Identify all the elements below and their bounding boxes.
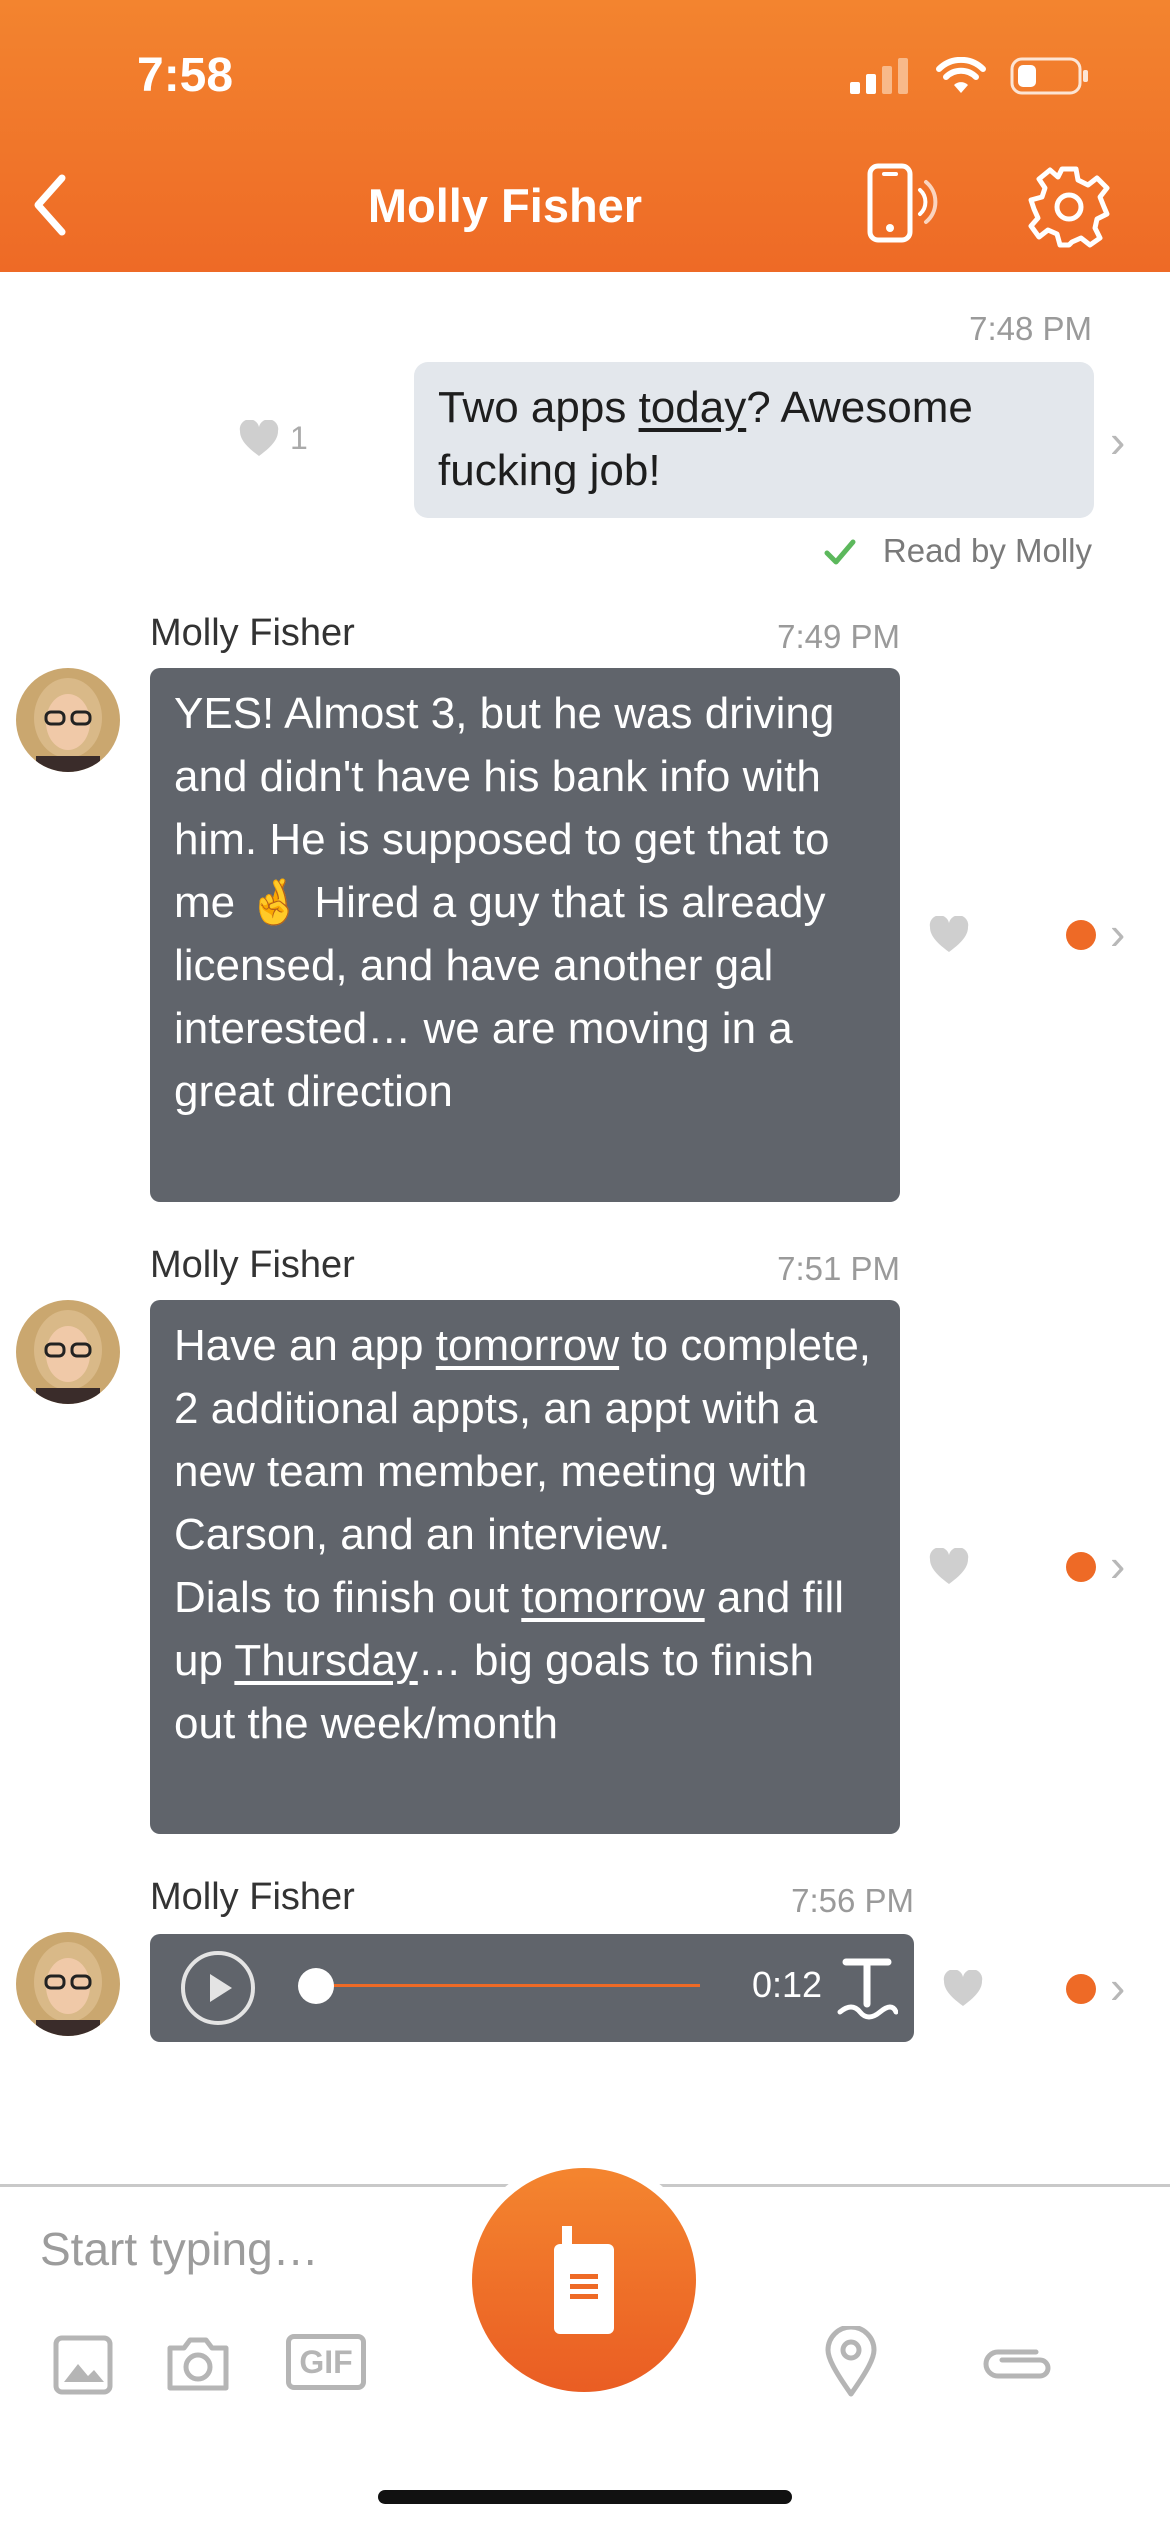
voice-message-bubble[interactable]: 0:12 — [150, 1934, 914, 2042]
chat-header: 7:58 Molly Fisher — [0, 0, 1170, 272]
incoming-message-bubble[interactable]: YES! Almost 3, but he was driving and di… — [150, 668, 900, 1202]
walkie-talkie-icon — [554, 2226, 614, 2334]
message-link[interactable]: Thursday — [234, 1636, 417, 1685]
message-input[interactable]: Start typing… — [40, 2222, 319, 2276]
unread-dot — [1066, 920, 1096, 950]
avatar[interactable] — [16, 668, 120, 772]
phone-call-icon[interactable] — [864, 160, 948, 246]
audio-scrubber-handle[interactable] — [298, 1968, 334, 2004]
play-icon[interactable] — [180, 1950, 256, 2026]
audio-progress-track[interactable] — [300, 1984, 700, 1987]
message-text: Two apps — [438, 383, 639, 432]
sender-name: Molly Fisher — [150, 612, 355, 654]
location-pin-icon[interactable] — [824, 2326, 878, 2398]
message-timestamp: 7:56 PM — [791, 1882, 914, 1919]
status-time: 7:58 — [137, 49, 234, 102]
message-link[interactable]: tomorrow — [436, 1321, 619, 1370]
wifi-icon — [936, 57, 986, 93]
sender-name: Molly Fisher — [150, 1244, 355, 1286]
transcribe-icon[interactable] — [836, 1954, 898, 2024]
chevron-right-icon[interactable]: › — [1110, 418, 1125, 464]
like-count: 1 — [290, 420, 308, 456]
chevron-right-icon[interactable]: › — [1110, 910, 1125, 956]
message-text: Dials to finish out — [174, 1573, 522, 1622]
image-icon[interactable] — [52, 2334, 114, 2396]
message-timestamp: 7:51 PM — [777, 1250, 900, 1287]
message-text: Have an app — [174, 1321, 436, 1370]
heart-icon[interactable] — [942, 1970, 984, 2008]
avatar[interactable] — [16, 1300, 120, 1404]
message-link[interactable]: today — [639, 383, 747, 432]
settings-gear-icon[interactable] — [1026, 164, 1112, 250]
gif-button[interactable]: GIF — [286, 2334, 366, 2390]
read-receipt: Read by Molly — [882, 532, 1092, 569]
message-timestamp: 7:49 PM — [777, 618, 900, 655]
push-to-talk-button[interactable] — [462, 2158, 706, 2402]
chat-title: Molly Fisher — [367, 179, 643, 232]
heart-icon[interactable] — [238, 420, 280, 458]
battery-icon — [1010, 57, 1088, 95]
audio-duration: 0:12 — [752, 1964, 823, 2005]
home-indicator[interactable] — [378, 2490, 792, 2504]
outgoing-message-bubble[interactable]: Two apps today? Awesome fucking job! — [414, 362, 1094, 518]
sender-name: Molly Fisher — [150, 1876, 355, 1918]
attachment-paperclip-icon[interactable] — [976, 2338, 1058, 2390]
chevron-right-icon[interactable]: › — [1110, 1542, 1125, 1588]
status-icons — [850, 56, 1090, 96]
heart-icon[interactable] — [928, 1548, 970, 1586]
chevron-right-icon[interactable]: › — [1110, 1964, 1125, 2010]
message-timestamp: 7:48 PM — [969, 310, 1092, 347]
avatar[interactable] — [16, 1932, 120, 2036]
read-check-icon — [824, 539, 856, 565]
signal-icon — [850, 58, 908, 94]
camera-icon[interactable] — [164, 2334, 232, 2394]
unread-dot — [1066, 1974, 1096, 2004]
incoming-message-bubble[interactable]: Have an app tomorrow to complete, 2 addi… — [150, 1300, 900, 1834]
message-link[interactable]: tomorrow — [521, 1573, 704, 1622]
unread-dot — [1066, 1552, 1096, 1582]
heart-icon[interactable] — [928, 916, 970, 954]
